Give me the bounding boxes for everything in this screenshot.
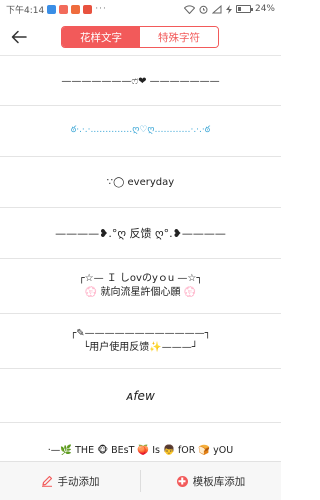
tab-fancy-text[interactable]: 花样文字: [62, 27, 140, 47]
list-item-text: ———————ෆ̈❤ ———————: [61, 75, 220, 87]
list-item[interactable]: ఠ·.·.·..…………ღ♡ღ…………·.·.·ఠ: [0, 106, 281, 157]
list-item-text: ·—🌿 THE 🐵 BEsT 🍑 Is 👦 fOR 🍞 yOU: [47, 444, 234, 456]
alarm-icon: [199, 5, 208, 14]
battery-icon: [235, 5, 253, 13]
back-arrow-icon: [11, 30, 27, 44]
app-icon: [83, 4, 93, 14]
charging-icon: [225, 4, 232, 14]
list-item[interactable]: ———————ෆ̈❤ ———————: [0, 57, 281, 106]
manual-add-label: 手动添加: [57, 475, 100, 488]
template-add-button[interactable]: 模板库添加: [141, 462, 281, 500]
fancy-text-list: ———————ෆ̈❤ ——————— ఠ·.·.·..…………ღ♡ღ…………·.…: [0, 57, 281, 478]
list-item-text: ఠ·.·.·..…………ღ♡ღ…………·.·.·ఠ: [70, 125, 211, 135]
segmented-control: 花样文字 特殊字符: [61, 26, 219, 48]
plus-circle-icon: [176, 475, 188, 487]
list-item-text-line2: └用户使用反馈✨———┘: [83, 342, 198, 353]
list-item-text: ᴀfew: [126, 388, 155, 403]
battery-percent: 24%: [254, 4, 275, 14]
header: 花样文字 特殊字符: [0, 18, 281, 56]
back-button[interactable]: [8, 26, 30, 48]
list-item-text-line2: 💮 就向流星許個心願 💮: [84, 287, 197, 298]
app-icon: [71, 4, 81, 14]
list-item[interactable]: ┌☆— Ｉ しovのyｏu —☆┐ 💮 就向流星許個心願 💮: [0, 259, 281, 314]
app-icon: [59, 4, 69, 14]
wifi-icon: [183, 4, 195, 14]
list-item[interactable]: ᴀfew: [0, 369, 281, 423]
bottom-bar: 手动添加 模板库添加: [0, 461, 281, 500]
tab-special-chars[interactable]: 特殊字符: [140, 27, 218, 47]
list-item-text-line1: ┌✎————————————┐: [70, 328, 211, 339]
list-item[interactable]: ————❥.°ღ 反馈 ღ°.❥————: [0, 208, 281, 259]
shield-icon: [47, 4, 57, 14]
list-item[interactable]: ┌✎————————————┐ └用户使用反馈✨———┘: [0, 314, 281, 369]
template-add-label: 模板库添加: [192, 475, 246, 488]
list-item-text: ————❥.°ღ 反馈 ღ°.❥————: [55, 227, 226, 240]
list-item[interactable]: ∵◯ everyday: [0, 157, 281, 208]
status-time: 下午4:14: [6, 5, 45, 16]
battery-fill: [237, 7, 241, 11]
signal-icon: [211, 4, 222, 13]
manual-add-button[interactable]: 手动添加: [0, 462, 140, 500]
list-item-text: ∵◯ everyday: [106, 176, 175, 188]
more-icon: ···: [95, 4, 107, 14]
pencil-icon: [41, 475, 52, 487]
status-bar: 下午4:14 ··· 24%: [0, 0, 281, 18]
list-item-text-line1: ┌☆— Ｉ しovのyｏu —☆┐: [78, 273, 203, 284]
